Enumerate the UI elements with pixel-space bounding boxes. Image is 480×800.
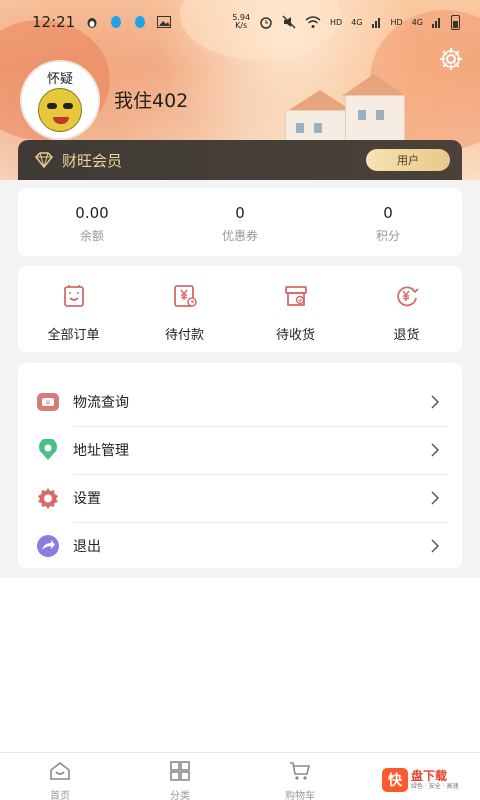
nav-home[interactable]: 首页: [0, 753, 120, 800]
account-stats-card: 0.00 余额 0 优惠券 0 积分: [18, 188, 462, 256]
order-label: 待收货: [275, 328, 315, 343]
menu-label: 地址管理: [73, 443, 129, 459]
cart-icon: [290, 762, 311, 780]
stat-label: 余额: [79, 229, 104, 243]
diamond-icon: [34, 152, 54, 168]
menu-label: 退出: [73, 539, 101, 555]
grid-icon: [170, 761, 190, 781]
battery-icon: [451, 14, 460, 30]
order-pending-payment-button[interactable]: 待付款: [129, 266, 240, 352]
stat-label: 优惠券: [221, 229, 258, 243]
location-pin-icon: [36, 438, 60, 462]
stat-value: 0.00: [75, 204, 109, 222]
menu-item-logout[interactable]: 退出: [18, 522, 462, 570]
menu-item-logistics[interactable]: ¥ 物流查询: [18, 378, 462, 426]
logistics-icon: ¥: [36, 390, 60, 414]
wallet-yen-icon: [173, 285, 197, 307]
logout-icon: [36, 534, 60, 558]
orders-card: 全部订单 待付款 待收货 退货: [18, 266, 462, 352]
username: 我住402: [114, 90, 189, 112]
stat-label: 积分: [375, 229, 400, 243]
network-type: 4G: [351, 17, 363, 27]
watermark-logo: 快 盘下载 绿色 · 安全 · 高速: [382, 766, 474, 794]
avatar-illustration: [38, 88, 82, 132]
menu-label: 设置: [73, 491, 101, 507]
network-speed: 5.94 K/s: [232, 13, 251, 30]
watermark-badge: 快: [382, 768, 408, 792]
chevron-right-icon: [431, 539, 440, 553]
stat-coupons[interactable]: 0 优惠券: [166, 188, 314, 256]
order-all-button[interactable]: 全部订单: [18, 266, 129, 352]
order-label: 待付款: [164, 328, 204, 343]
penguin-icon: [87, 18, 97, 28]
house-roof: [342, 74, 406, 96]
stat-value: 0: [383, 204, 393, 222]
order-label: 全部订单: [47, 328, 100, 343]
membership-level-badge[interactable]: 用户: [366, 149, 450, 171]
alarm-icon: [260, 17, 272, 29]
nav-cart[interactable]: 购物车: [240, 753, 360, 800]
network-type: 4G: [411, 17, 423, 27]
hd-label: HD: [330, 17, 343, 27]
image-icon: [157, 16, 172, 28]
status-bar: 12:21 5.94 K/s HD 4G HD 4G: [0, 0, 480, 44]
stat-value: 0: [235, 204, 245, 222]
nav-label: 首页: [50, 791, 70, 800]
membership-label: 财旺会员: [62, 151, 123, 170]
signal-icon: [371, 18, 380, 28]
menu-label: 物流查询: [73, 395, 129, 411]
stat-points[interactable]: 0 积分: [314, 188, 462, 256]
hd-label: HD: [390, 17, 403, 27]
signal-icon: [432, 18, 440, 28]
order-pending-receipt-button[interactable]: 待收货: [240, 266, 351, 352]
avatar[interactable]: 怀疑: [20, 60, 100, 140]
package-check-icon: [284, 286, 307, 306]
order-returns-button[interactable]: 退货: [351, 266, 462, 352]
order-list-icon: [63, 285, 84, 307]
mute-icon: [282, 15, 296, 29]
status-time: 12:21: [32, 13, 76, 31]
refund-yen-icon: [396, 286, 419, 307]
notification-icons: [85, 15, 172, 29]
avatar-caption: 怀疑: [46, 72, 73, 87]
qq-icon: [111, 16, 122, 28]
chevron-right-icon: [431, 443, 440, 457]
qq-icon: [135, 16, 146, 28]
nav-label: 分类: [170, 791, 190, 800]
menu-item-address[interactable]: 地址管理: [18, 426, 462, 474]
system-status-icons: 5.94 K/s HD 4G HD 4G: [232, 14, 460, 30]
membership-bar[interactable]: 财旺会员 用户: [18, 140, 462, 180]
wifi-icon: [305, 15, 321, 28]
home-icon: [50, 761, 70, 780]
settings-menu-card: ¥ 物流查询 地址管理 设置 退出: [18, 363, 462, 568]
watermark-title: 盘下载: [411, 768, 448, 783]
watermark-subtitle: 绿色 · 安全 · 高速: [411, 782, 459, 790]
settings-gear-icon[interactable]: [438, 46, 464, 72]
stat-balance[interactable]: 0.00 余额: [18, 188, 166, 256]
chevron-right-icon: [431, 491, 440, 505]
nav-category[interactable]: 分类: [120, 753, 240, 800]
chevron-right-icon: [431, 395, 440, 409]
menu-item-settings[interactable]: 设置: [18, 474, 462, 522]
gear-icon: [36, 486, 60, 510]
svg-text:¥: ¥: [46, 399, 51, 407]
nav-label: 购物车: [285, 791, 315, 800]
order-label: 退货: [393, 328, 420, 343]
